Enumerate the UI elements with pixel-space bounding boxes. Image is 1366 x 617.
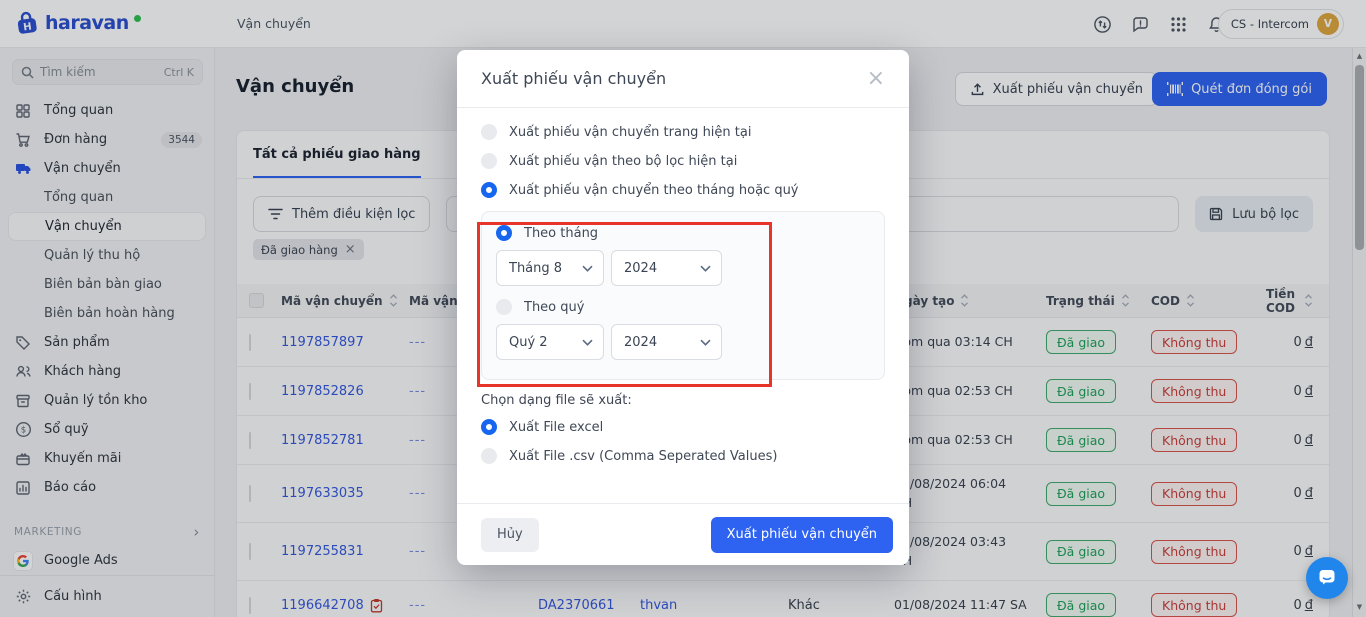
radio-option-current-page[interactable]: Xuất phiếu vận chuyển trang hiện tại [481, 124, 885, 140]
app-window: H haravan Vận chuyển CS - Intercom V Tìm… [0, 0, 1366, 617]
radio-icon [481, 124, 497, 140]
radio-option-current-filter[interactable]: Xuất phiếu vận theo bộ lọc hiện tại [481, 153, 885, 169]
close-icon[interactable]: × [867, 67, 885, 90]
chevron-down-icon [700, 339, 711, 346]
submit-export-button[interactable]: Xuất phiếu vận chuyển [710, 516, 893, 553]
cancel-button[interactable]: Hủy [481, 517, 539, 552]
radio-label: Xuất phiếu vận theo bộ lọc hiện tại [509, 153, 738, 169]
modal-title: Xuất phiếu vận chuyển [481, 69, 667, 88]
period-panel: Theo tháng Tháng 8 2024 Theo quý Quý 2 2… [481, 211, 885, 380]
select-value: 2024 [624, 260, 658, 276]
radio-label: Xuất File excel [509, 419, 604, 435]
radio-option-by-month[interactable]: Theo tháng [496, 225, 870, 241]
radio-icon [481, 419, 497, 435]
chevron-down-icon [582, 265, 593, 272]
select-value: Tháng 8 [509, 260, 563, 276]
chevron-down-icon [700, 265, 711, 272]
radio-option-month-quarter[interactable]: Xuất phiếu vận chuyển theo tháng hoặc qu… [481, 182, 885, 198]
radio-option-by-quarter[interactable]: Theo quý [496, 299, 870, 315]
select-value: Quý 2 [509, 334, 548, 350]
quarter-select[interactable]: Quý 2 [496, 324, 604, 360]
quarter-year-select[interactable]: 2024 [611, 324, 722, 360]
radio-icon [496, 225, 512, 241]
radio-option-csv[interactable]: Xuất File .csv (Comma Seperated Values) [481, 448, 885, 464]
month-year-select[interactable]: 2024 [611, 250, 722, 286]
radio-icon [481, 153, 497, 169]
radio-option-excel[interactable]: Xuất File excel [481, 419, 885, 435]
modal-footer: Hủy Xuất phiếu vận chuyển [457, 503, 909, 565]
radio-label: Theo quý [524, 299, 585, 315]
export-shipping-modal: Xuất phiếu vận chuyển × Xuất phiếu vận c… [457, 50, 909, 565]
radio-label: Theo tháng [524, 225, 599, 241]
radio-label: Xuất phiếu vận chuyển trang hiện tại [509, 124, 752, 140]
radio-icon [481, 448, 497, 464]
chat-bubble-icon [1316, 567, 1338, 589]
radio-label: Xuất File .csv (Comma Seperated Values) [509, 448, 778, 464]
chat-widget-button[interactable] [1306, 557, 1348, 599]
select-value: 2024 [624, 334, 658, 350]
modal-header: Xuất phiếu vận chuyển × [457, 50, 909, 108]
file-format-label: Chọn dạng file sẽ xuất: [481, 393, 632, 408]
chevron-down-icon [582, 339, 593, 346]
radio-label: Xuất phiếu vận chuyển theo tháng hoặc qu… [509, 182, 799, 198]
radio-icon [496, 299, 512, 315]
month-select[interactable]: Tháng 8 [496, 250, 604, 286]
radio-icon [481, 182, 497, 198]
